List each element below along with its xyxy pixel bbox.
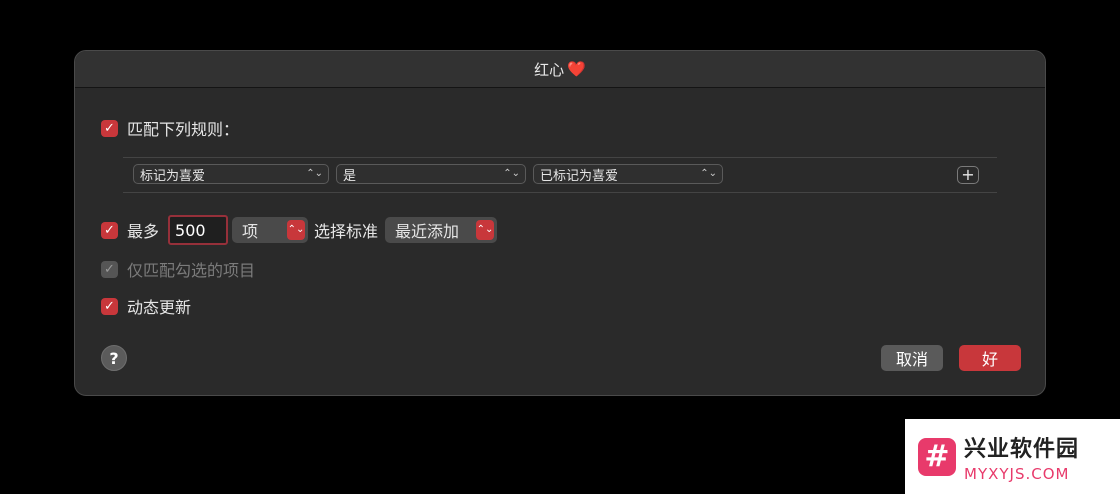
rule-value-value: 已标记为喜爱 — [540, 168, 619, 184]
rule-operator-select[interactable]: 是 ⌃⌄ — [336, 164, 526, 184]
stepper-icon: ⌃⌄ — [476, 220, 495, 240]
checked-only-label: 仅匹配勾选的项目 — [127, 261, 256, 280]
checked-only-row: ✓ 仅匹配勾选的项目 — [101, 257, 255, 281]
limit-label: 最多 — [127, 222, 160, 241]
stepper-icon: ⌃⌄ — [287, 220, 306, 240]
chevron-updown-icon: ⌃⌄ — [503, 168, 520, 179]
limit-unit-value: 项 — [242, 222, 259, 241]
site-watermark: # 兴业软件园 MYXYJS.COM — [905, 419, 1120, 494]
watermark-subtitle: MYXYJS.COM — [964, 464, 1070, 483]
help-button[interactable]: ? — [101, 345, 127, 371]
selected-by-value: 最近添加 — [395, 222, 460, 241]
hash-logo-icon: # — [918, 437, 956, 476]
limit-checkbox[interactable]: ✓ — [101, 221, 118, 239]
dialog-titlebar: 红心 ❤️ — [75, 51, 1045, 88]
rule-field-select[interactable]: 标记为喜爱 ⌃⌄ — [133, 164, 329, 184]
live-update-checkbox[interactable]: ✓ — [101, 297, 118, 315]
ok-button[interactable]: 好 — [959, 345, 1021, 371]
smart-playlist-dialog: 红心 ❤️ ✓ 匹配下列规则： 标记为喜爱 ⌃⌄ 是 ⌃⌄ 已标记为喜爱 ⌃⌄ … — [74, 50, 1046, 396]
rule-operator-value: 是 — [343, 168, 357, 184]
limit-count-input[interactable]: 500 — [168, 215, 229, 245]
rule-field-value: 标记为喜爱 — [140, 168, 206, 184]
limit-row: ✓ 最多 500 项 ⌃⌄ 选择标准 最近添加 ⌃⌄ — [101, 215, 498, 245]
checked-only-checkbox[interactable]: ✓ — [101, 260, 118, 278]
match-rules-checkbox[interactable]: ✓ — [101, 119, 118, 137]
selected-by-label: 选择标准 — [314, 222, 379, 241]
add-rule-button[interactable]: + — [957, 166, 979, 184]
chevron-updown-icon: ⌃⌄ — [700, 168, 717, 179]
rule-row: 标记为喜爱 ⌃⌄ 是 ⌃⌄ 已标记为喜爱 ⌃⌄ + — [123, 157, 997, 193]
watermark-title: 兴业软件园 — [964, 436, 1080, 462]
heart-icon: ❤️ — [567, 60, 586, 78]
chevron-updown-icon: ⌃⌄ — [306, 168, 323, 179]
dialog-title: 红心 — [534, 60, 565, 79]
live-update-row: ✓ 动态更新 — [101, 294, 191, 318]
match-rules-row: ✓ 匹配下列规则： — [101, 116, 239, 140]
selected-by-select[interactable]: 最近添加 ⌃⌄ — [385, 217, 498, 243]
limit-unit-select[interactable]: 项 ⌃⌄ — [232, 217, 309, 243]
cancel-button[interactable]: 取消 — [881, 345, 943, 371]
rule-value-select[interactable]: 已标记为喜爱 ⌃⌄ — [533, 164, 723, 184]
match-rules-label: 匹配下列规则： — [127, 120, 240, 139]
watermark-text: 兴业软件园 MYXYJS.COM — [964, 431, 1079, 483]
live-update-label: 动态更新 — [127, 298, 192, 317]
